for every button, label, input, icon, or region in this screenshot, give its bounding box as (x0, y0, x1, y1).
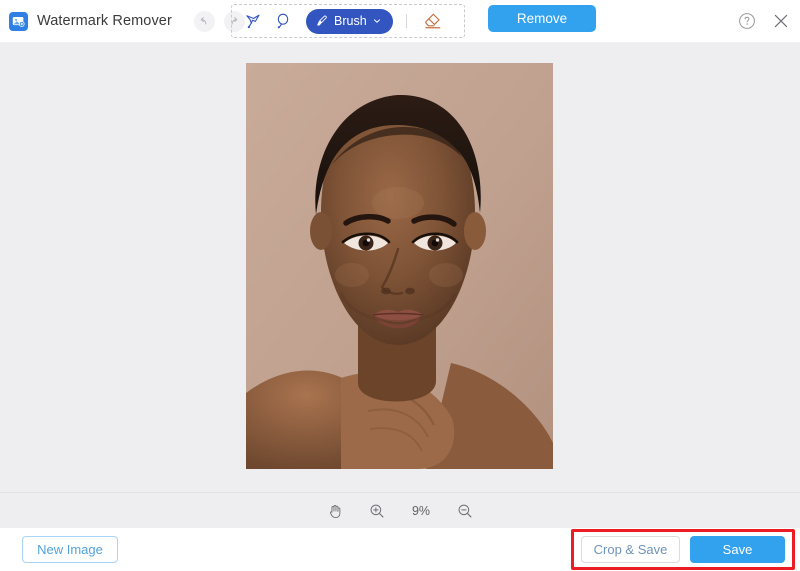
chevron-down-icon (373, 19, 380, 23)
zoom-toolbar: 9% (0, 492, 800, 528)
undo-arrow-icon[interactable] (193, 10, 215, 32)
image-canvas[interactable] (0, 42, 800, 492)
window-controls (738, 0, 790, 42)
help-circle-icon[interactable] (738, 12, 756, 30)
crop-and-save-button[interactable]: Crop & Save (581, 536, 680, 563)
selection-tool-group: Brush (231, 4, 465, 38)
brush-tool-button[interactable]: Brush (306, 8, 393, 34)
save-button[interactable]: Save (690, 536, 785, 563)
polygonal-lasso-icon (246, 14, 260, 29)
app-title: Watermark Remover (37, 13, 172, 29)
polygonal-lasso-tool[interactable] (238, 7, 268, 35)
footer-bar: New Image Crop & Save Save (0, 528, 800, 571)
app-header: Watermark Remover Brush Remove (0, 0, 800, 42)
remove-button[interactable]: Remove (488, 5, 596, 32)
save-actions-highlight: Crop & Save Save (571, 529, 795, 570)
zoom-out-icon[interactable] (454, 500, 476, 522)
zoom-in-icon[interactable] (366, 500, 388, 522)
hand-tool-icon[interactable] (324, 500, 346, 522)
zoom-level-label: 9% (411, 503, 431, 518)
new-image-button[interactable]: New Image (22, 536, 118, 563)
brush-icon (317, 15, 327, 26)
eraser-icon (424, 13, 440, 29)
image-logo-icon (9, 11, 28, 31)
lasso-tool[interactable] (268, 7, 298, 35)
watermark-remover-window: Watermark Remover Brush Remove 9% New Im… (0, 0, 800, 571)
lasso-icon (277, 13, 289, 29)
close-icon[interactable] (772, 12, 790, 30)
brush-label: Brush (334, 14, 367, 28)
tool-divider (405, 14, 407, 28)
portrait-photo (246, 63, 553, 469)
eraser-tool[interactable] (418, 7, 448, 35)
editing-photo[interactable] (246, 63, 553, 469)
